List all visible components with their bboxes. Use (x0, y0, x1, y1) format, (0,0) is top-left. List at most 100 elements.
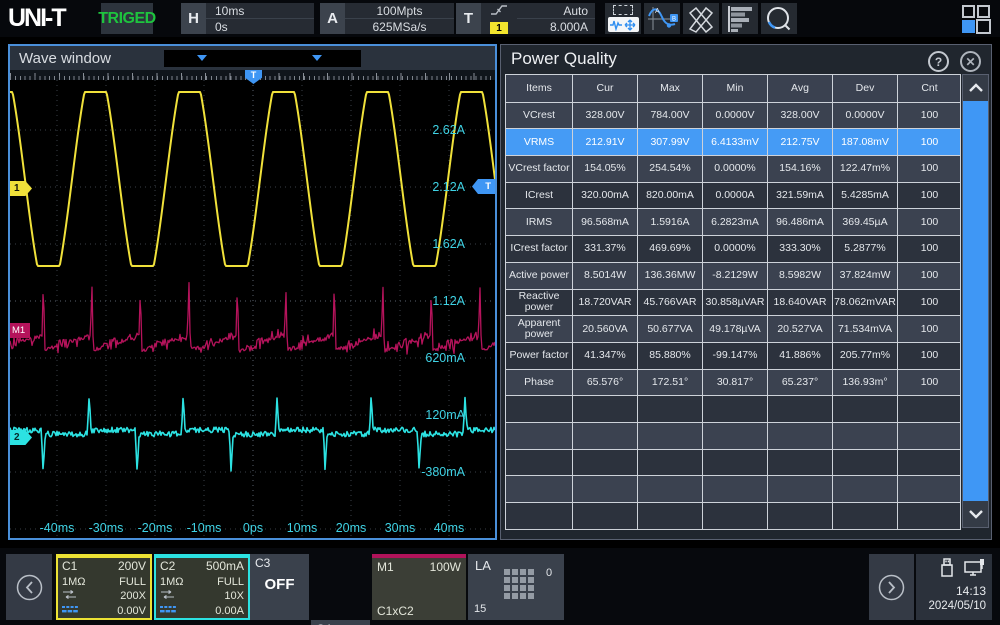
time-ruler[interactable]: T (10, 70, 495, 80)
chevron-down-icon (312, 54, 322, 62)
table-cell (572, 476, 637, 502)
table-cell: Reactive power (506, 290, 572, 316)
offset-dashes-icon (160, 605, 176, 617)
column-header: Max (637, 75, 702, 102)
table-cell: 154.16% (767, 156, 832, 182)
waveform-plot[interactable]: 2.62A2.12A1.62A1.12A620mA120mA-380mA -40… (10, 80, 495, 538)
table-cell: 1.5916A (637, 209, 702, 235)
table-row[interactable]: Reactive power18.720VAR45.766VAR30.858µV… (506, 289, 960, 316)
wave-window-titlebar[interactable]: Wave window (10, 46, 495, 70)
la-channel-dot (504, 593, 510, 599)
la-channel-dot (520, 585, 526, 591)
table-cell: IRMS (506, 209, 572, 235)
close-icon[interactable]: ✕ (960, 51, 981, 72)
tools-button[interactable] (683, 3, 719, 34)
search-loop-button[interactable] (761, 3, 797, 34)
table-cell (702, 503, 767, 529)
help-icon[interactable]: ? (928, 51, 949, 72)
ab-cursor-button[interactable]: A B (644, 3, 680, 34)
table-row[interactable]: ICrest factor331.37%469.69%0.0000%333.30… (506, 235, 960, 262)
table-cell (832, 396, 897, 422)
channel2-card[interactable]: C2500mA 1MΩFULL 10X 0.00A (154, 554, 250, 620)
table-cell (572, 503, 637, 529)
math1-marker[interactable]: M1 (10, 323, 30, 338)
table-cell: Phase (506, 370, 572, 396)
la-channel-dot (528, 569, 534, 575)
la-channel-dot (520, 593, 526, 599)
table-row[interactable]: Phase65.576°172.51°30.817°65.237°136.93m… (506, 369, 960, 396)
table-cell (702, 423, 767, 449)
next-page-button[interactable] (869, 554, 914, 620)
wave-window-dropdowns[interactable] (164, 50, 361, 67)
scroll-up-button[interactable] (963, 75, 988, 101)
power-quality-title: Power Quality (501, 45, 991, 73)
table-cell (506, 476, 572, 502)
y-axis-label: 1.12A (432, 294, 465, 308)
ab-waveform-icon: A B (646, 5, 678, 32)
y-axis-label: 2.12A (432, 180, 465, 194)
table-cell: 100 (897, 290, 961, 316)
x-axis-label: -40ms (40, 521, 75, 535)
window-layout-button[interactable] (960, 3, 992, 34)
table-cell: 85.880% (637, 343, 702, 369)
table-cell: 100 (897, 103, 961, 129)
scrollbar[interactable] (962, 74, 989, 528)
table-cell: 0.0000% (702, 156, 767, 182)
table-cell (506, 450, 572, 476)
scroll-down-button[interactable] (963, 501, 988, 527)
la-channel-dot (528, 593, 534, 599)
table-row[interactable]: ICrest320.00mA820.00mA0.0000A321.59mA5.4… (506, 182, 960, 209)
table-cell: 71.534mVA (832, 316, 897, 342)
table-cell (572, 423, 637, 449)
channel4-card[interactable]: C4 OFF (311, 620, 370, 625)
table-cell: 254.54% (637, 156, 702, 182)
table-row[interactable] (506, 449, 960, 476)
y-axis-label: 620mA (425, 351, 465, 365)
la-channel-dot (504, 585, 510, 591)
memory-depth: 100Mpts (345, 3, 454, 19)
table-row[interactable]: VCrest factor154.05%254.54%0.0000%154.16… (506, 155, 960, 182)
table-row[interactable] (506, 502, 960, 529)
channel3-card[interactable]: C3 OFF (250, 554, 309, 620)
trigger-status-badge: TRIGED (101, 3, 153, 34)
la-channel-grid (504, 569, 534, 599)
table-cell (767, 423, 832, 449)
table-row[interactable]: IRMS96.568mA1.5916A6.2823mA96.486mA369.4… (506, 208, 960, 235)
zoom-pan-mode-button[interactable] (605, 3, 641, 34)
trigger-source-badge: 1 (490, 22, 508, 34)
table-cell (767, 396, 832, 422)
channel1-card[interactable]: C1200V 1MΩFULL 200X 0.00V (56, 554, 152, 620)
table-row[interactable]: Power factor41.347%85.880%-99.147%41.886… (506, 342, 960, 369)
table-cell: 20.527VA (767, 316, 832, 342)
table-row[interactable] (506, 475, 960, 502)
table-cell: 820.00mA (637, 183, 702, 209)
table-cell: Active power (506, 263, 572, 289)
table-cell: 172.51° (637, 370, 702, 396)
table-cell: 784.00V (637, 103, 702, 129)
x-axis-label: 10ms (287, 521, 318, 535)
horizontal-settings[interactable]: H 10ms 0s (181, 3, 314, 34)
table-cell: 18.640VAR (767, 290, 832, 316)
table-row[interactable]: Active power8.5014W136.36MW-8.2129W8.598… (506, 262, 960, 289)
status-area[interactable]: 14:13 2024/05/10 (916, 554, 992, 620)
logic-analyzer-card[interactable]: LA 0 15 (468, 554, 564, 620)
measure-list-button[interactable] (722, 3, 758, 34)
table-cell: 65.576° (572, 370, 637, 396)
trigger-settings[interactable]: T 1 Auto 8.000A (456, 3, 595, 34)
table-row[interactable]: VCrest328.00V784.00V0.0000V328.00V0.0000… (506, 102, 960, 129)
acquire-settings[interactable]: A 100Mpts 625MSa/s (320, 3, 454, 34)
column-header: Items (506, 75, 572, 102)
coupling-icon (160, 590, 175, 602)
table-row[interactable]: Apparent power20.560VA50.677VA49.178µVA2… (506, 315, 960, 342)
math1-card[interactable]: M1100W C1xC2 (372, 554, 466, 620)
table-cell (832, 423, 897, 449)
table-row[interactable] (506, 422, 960, 449)
chevron-up-icon (968, 83, 984, 93)
table-cell: 369.45µA (832, 209, 897, 235)
table-row[interactable] (506, 395, 960, 422)
table-cell: VCrest (506, 103, 572, 129)
bottom-bar: C1200V 1MΩFULL 200X 0.00V C2500mA 1MΩFUL… (0, 548, 1000, 625)
y-axis-label: 1.62A (432, 237, 465, 251)
table-row[interactable]: VRMS212.91V307.99V6.4133mV212.75V187.08m… (506, 128, 960, 155)
prev-page-button[interactable] (6, 554, 52, 620)
